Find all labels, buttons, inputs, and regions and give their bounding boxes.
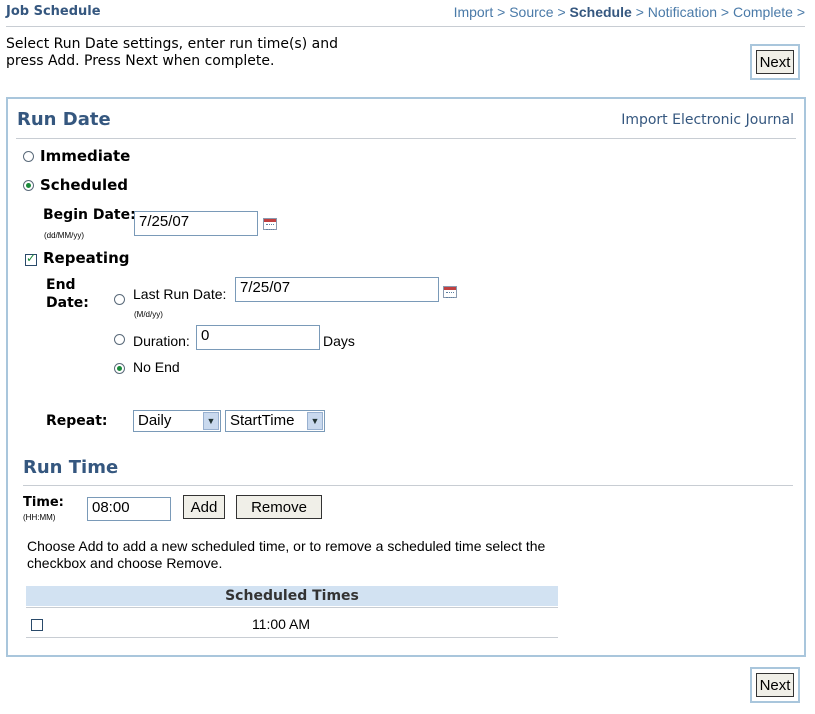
scheduled-times-header: Scheduled Times <box>26 586 558 606</box>
duration-input[interactable]: 0 <box>196 325 320 350</box>
section-divider <box>23 485 793 486</box>
calendar-icon[interactable] <box>263 218 277 230</box>
scheduled-time-cell: 11:00 AM <box>251 616 311 632</box>
schedule-panel: Run Date Import Electronic Journal Immed… <box>6 97 806 657</box>
next-button-frame-top: Next <box>750 44 800 80</box>
duration-unit: Days <box>323 333 355 349</box>
breadcrumb-separator: > <box>720 4 730 20</box>
run-time-title: Run Time <box>23 457 119 478</box>
begin-date-format: (dd/MM/yy) <box>44 231 84 240</box>
begin-date-label: Begin Date: <box>43 207 136 223</box>
time-input[interactable]: 08:00 <box>87 497 171 521</box>
repeat-frequency-value: Daily <box>138 412 172 429</box>
time-format: (HH:MM) <box>23 513 56 522</box>
repeating-checkbox[interactable] <box>25 251 37 266</box>
breadcrumb-separator: > <box>796 4 805 20</box>
run-date-title: Run Date <box>17 109 111 130</box>
no-end-radio[interactable] <box>114 363 125 374</box>
begin-date-input[interactable]: 7/25/07 <box>134 211 258 236</box>
breadcrumb-item-import[interactable]: Import <box>454 4 494 20</box>
remove-button[interactable]: Remove <box>236 495 322 519</box>
add-button[interactable]: Add <box>183 495 225 519</box>
breadcrumb-separator: > <box>635 4 644 20</box>
breadcrumb-item-schedule: Schedule <box>569 4 632 20</box>
breadcrumb-item-complete[interactable]: Complete <box>733 4 793 20</box>
scheduled-label: Scheduled <box>40 176 129 194</box>
next-button-frame-bottom: Next <box>750 667 800 703</box>
table-row: 11:00 AM <box>26 608 558 637</box>
breadcrumb-separator: > <box>497 4 506 20</box>
page-title: Job Schedule <box>6 4 101 19</box>
time-label: Time: <box>23 495 64 510</box>
instructions-text: Select Run Date settings, enter run time… <box>6 36 338 69</box>
section-divider <box>16 138 796 139</box>
breadcrumb: Import > Source > Schedule > Notificatio… <box>454 4 805 20</box>
scheduled-radio[interactable] <box>23 180 34 191</box>
repeating-label: Repeating <box>43 249 130 267</box>
last-run-date-input[interactable]: 7/25/07 <box>235 277 439 302</box>
end-date-label-line2: Date: <box>46 295 89 311</box>
duration-radio[interactable] <box>114 334 125 345</box>
last-run-date-label: Last Run Date: <box>133 286 227 302</box>
repeat-mode-select[interactable]: StartTime ▼ <box>225 410 325 432</box>
chevron-down-icon[interactable]: ▼ <box>307 412 323 430</box>
last-run-date-format: (M/d/yy) <box>134 310 163 319</box>
job-name: Import Electronic Journal <box>621 112 794 128</box>
page-header: Job Schedule Import > Source > Schedule … <box>6 4 805 27</box>
immediate-label: Immediate <box>40 147 131 165</box>
next-button-bottom[interactable]: Next <box>756 673 794 697</box>
calendar-icon[interactable] <box>443 286 457 298</box>
breadcrumb-item-source[interactable]: Source <box>509 4 553 20</box>
table-divider <box>26 637 558 638</box>
breadcrumb-item-notification[interactable]: Notification <box>648 4 717 20</box>
repeat-label: Repeat: <box>46 413 108 429</box>
repeat-mode-value: StartTime <box>230 412 295 429</box>
breadcrumb-separator: > <box>557 4 566 20</box>
chevron-down-icon[interactable]: ▼ <box>203 412 219 430</box>
end-date-label-line1: End <box>46 277 76 293</box>
duration-label: Duration: <box>133 333 190 349</box>
last-run-date-radio[interactable] <box>114 294 125 305</box>
repeat-frequency-select[interactable]: Daily ▼ <box>133 410 221 432</box>
next-button-top[interactable]: Next <box>756 50 794 74</box>
immediate-radio[interactable] <box>23 151 34 162</box>
run-time-help-text: Choose Add to add a new scheduled time, … <box>27 538 546 571</box>
no-end-label: No End <box>133 359 180 375</box>
